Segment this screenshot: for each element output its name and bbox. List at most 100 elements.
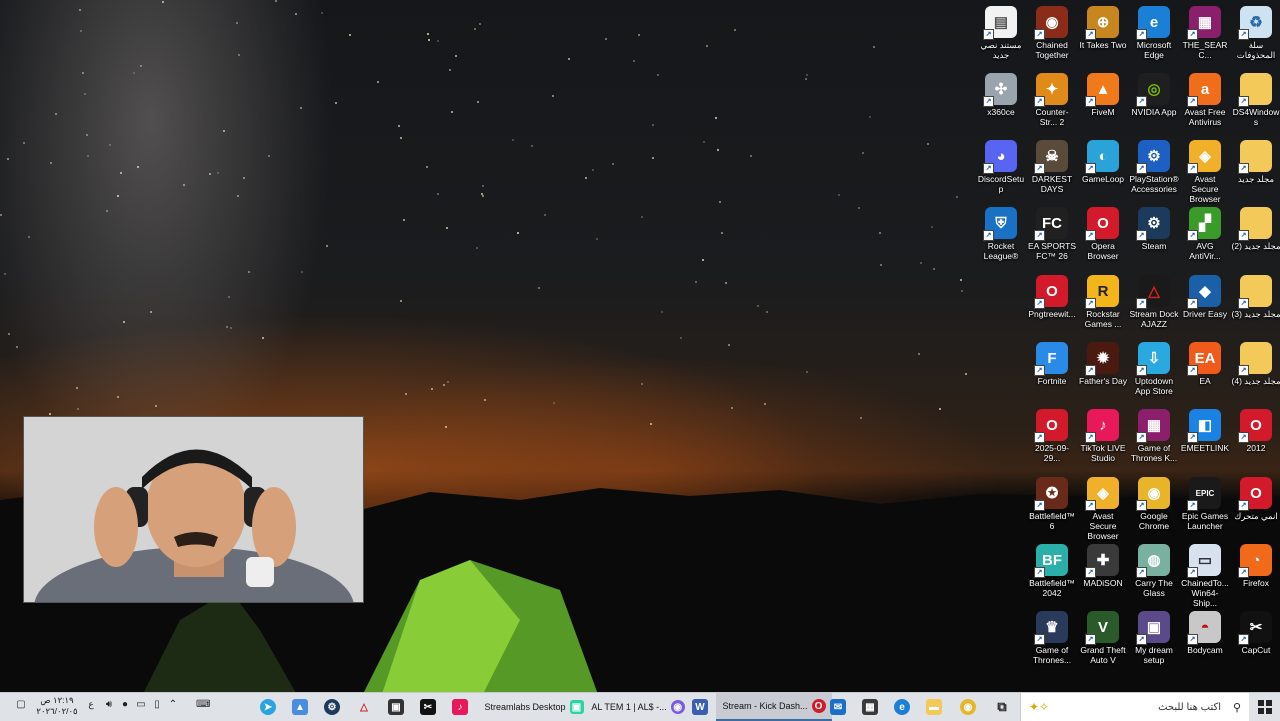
desktop-icon[interactable]: ⇩ ↗ Uptodown App Store <box>1129 342 1179 396</box>
desktop-icon[interactable]: O ↗ 2012 <box>1231 409 1280 453</box>
desktop-icon[interactable]: ◓ ↗ Bodycam <box>1180 611 1230 655</box>
desktop-icon[interactable]: V ↗ Grand Theft Auto V <box>1078 611 1128 665</box>
telegram-taskbar-button[interactable]: ➤ <box>254 693 282 721</box>
file-explorer-taskbar-button[interactable]: ▬ <box>920 693 948 721</box>
desktop-icon[interactable]: ♻ ↗ سلة المحذوفات <box>1231 6 1280 60</box>
shortcut-arrow-icon: ↗ <box>1034 298 1045 309</box>
star <box>920 262 923 265</box>
chrome-taskbar-button[interactable]: ◉ <box>954 693 982 721</box>
desktop-icon[interactable]: ◍ ↗ Carry The Glass <box>1129 544 1179 598</box>
star <box>137 166 140 169</box>
kick-dashboard-taskbar-button[interactable]: Stream - Kick Dash... O <box>716 693 832 721</box>
streamlabs-taskbar-button[interactable]: Streamlabs Desktop ▣ <box>478 693 590 721</box>
word-taskbar-button[interactable]: W <box>686 693 714 721</box>
desktop-icon[interactable]: ↗ مجلد جديد (2) <box>1231 207 1280 251</box>
clock-time: ١٢:١٩ ص <box>40 695 74 705</box>
desktop-icon[interactable]: ▣ ↗ My dream setup <box>1129 611 1179 665</box>
desktop-icon[interactable]: ↗ مجلد جديد (3) <box>1231 275 1280 319</box>
desktop-icon[interactable]: ↗ DS4Windows <box>1231 73 1280 127</box>
desktop-icon[interactable]: ▲ ↗ FiveM <box>1078 73 1128 117</box>
stream-dock-taskbar-button[interactable]: △ <box>350 693 378 721</box>
desktop-icon[interactable]: ⚙ ↗ Steam <box>1129 207 1179 251</box>
desktop-icon[interactable]: EPIC ↗ Epic Games Launcher <box>1180 477 1230 531</box>
epic-games-icon: EPIC ↗ <box>1187 477 1221 511</box>
desktop-icon[interactable]: F ↗ Fortnite <box>1027 342 1077 386</box>
desktop-icon[interactable]: ▞ ↗ AVG AntiVir... <box>1180 207 1230 261</box>
display-icon[interactable]: ▭ <box>134 699 148 710</box>
desktop-icon-label: انمي متحرك <box>1234 511 1278 521</box>
app-taskbar-button[interactable]: ▲ <box>286 693 314 721</box>
desktop-icon[interactable]: ✹ ↗ Father's Day <box>1078 342 1128 386</box>
desktop-icon[interactable]: ◔ ↗ Firefox <box>1231 544 1280 588</box>
desktop-icon[interactable]: ↗ مجلد جديد <box>1231 140 1280 184</box>
notification-icon[interactable]: ▢ <box>14 699 28 710</box>
desktop-icon[interactable]: ⛨ ↗ Rocket League® <box>976 207 1026 261</box>
desktop-icon[interactable]: ▦ ↗ Game of Thrones K... <box>1129 409 1179 463</box>
recycle-bin-icon: ♻ ↗ <box>1238 6 1272 40</box>
desktop-icon[interactable]: ◧ ↗ EMEETLINK <box>1180 409 1230 453</box>
desktop-icon[interactable]: ▤ ↗ مستند نصي جديد <box>976 6 1026 60</box>
desktop-icon[interactable]: R ↗ Rockstar Games ... <box>1078 275 1128 329</box>
desktop-icon[interactable]: ☠ ↗ DARKEST DAYS <box>1027 140 1077 194</box>
desktop-icon[interactable]: ✦ ↗ Counter-Str... 2 <box>1027 73 1077 127</box>
desktop-icon[interactable]: ✚ ↗ MADiSON <box>1078 544 1128 588</box>
language-indicator[interactable]: ع <box>84 699 98 710</box>
desktop-icon[interactable]: ◎ ↗ NVIDIA App <box>1129 73 1179 117</box>
edge-taskbar-button[interactable]: e <box>888 693 916 721</box>
steam-taskbar-button[interactable]: ⚙ <box>318 693 346 721</box>
opera-file-icon: O ↗ <box>1034 275 1068 309</box>
stream-chat-taskbar-button[interactable]: AL TEM 1 | AL$ -... ◉ <box>582 693 694 721</box>
desktop-icon[interactable]: ♪ ↗ TikTok LIVE Studio <box>1078 409 1128 463</box>
desktop-icon[interactable]: ◈ ↗ Avast Secure Browser <box>1180 140 1230 204</box>
store-taskbar-button[interactable]: ▦ <box>856 693 884 721</box>
desktop-icon[interactable]: ▦ ↗ THE_SEARC... <box>1180 6 1230 60</box>
capture-taskbar-button[interactable]: ▣ <box>382 693 410 721</box>
desktop-icon[interactable]: O ↗ انمي متحرك <box>1231 477 1280 521</box>
desktop-icon[interactable]: O ↗ Opera Browser <box>1078 207 1128 261</box>
start-button[interactable] <box>1250 693 1280 721</box>
webcam-overlay[interactable] <box>23 416 364 603</box>
desktop-icon[interactable]: ◈ ↗ Avast Secure Browser <box>1078 477 1128 541</box>
folder-icon: ↗ <box>1238 207 1272 241</box>
star <box>267 155 270 158</box>
battery-icon[interactable]: ▯ <box>150 699 164 710</box>
desktop-icon[interactable]: e ↗ Microsoft Edge <box>1129 6 1179 60</box>
microphone-icon[interactable]: ● <box>118 699 132 710</box>
keyboard-icon[interactable]: ⌨ <box>196 699 210 710</box>
capcut-taskbar-button[interactable]: ✂ <box>414 693 442 721</box>
clock-date: ٢٠٢٦/٠٢/٠٥ <box>36 706 78 716</box>
desktop-icon[interactable]: EA ↗ EA <box>1180 342 1230 386</box>
desktop-icon[interactable]: ↗ مجلد جديد (4) <box>1231 342 1280 386</box>
desktop-icon[interactable]: a ↗ Avast Free Antivirus <box>1180 73 1230 127</box>
desktop-icon[interactable]: △ ↗ Stream Dock AJAZZ <box>1129 275 1179 329</box>
desktop-icon[interactable]: FC ↗ EA SPORTS FC™ 26 <box>1027 207 1077 261</box>
desktop-icon[interactable]: ◉ ↗ Chained Together <box>1027 6 1077 60</box>
desktop-icon[interactable]: ◆ ↗ Driver Easy <box>1180 275 1230 319</box>
tiktok-taskbar-button[interactable]: ♪ <box>446 693 474 721</box>
desktop-icon[interactable]: O ↗ 2025-09-29... <box>1027 409 1077 463</box>
star <box>400 137 403 140</box>
search-box[interactable]: ✦✧ اكتب هنا للبحث ⚲ <box>1020 693 1249 721</box>
it-takes-two-icon: ⊕ ↗ <box>1085 6 1119 40</box>
volume-icon[interactable]: 🔊︎ <box>102 699 116 710</box>
desktop-icon[interactable]: ⊕ ↗ It Takes Two <box>1078 6 1128 50</box>
star <box>208 173 211 176</box>
star <box>605 37 608 40</box>
desktop-icon[interactable]: ♛ ↗ Game of Thrones... <box>1027 611 1077 665</box>
desktop-icon[interactable]: ▭ ↗ ChainedTo... Win64-Ship... <box>1180 544 1230 608</box>
outlook-taskbar-button[interactable]: ✉ <box>824 693 852 721</box>
desktop-icon[interactable]: ✂ ↗ CapCut <box>1231 611 1280 655</box>
system-clock[interactable]: ١٢:١٩ ص ٢٠٢٦/٠٢/٠٥ <box>36 695 78 717</box>
desktop-icon[interactable]: ◐ ↗ GameLoop <box>1078 140 1128 184</box>
desktop-icon[interactable]: ✣ ↗ x360ce <box>976 73 1026 117</box>
desktop-icon[interactable]: ◉ ↗ Google Chrome <box>1129 477 1179 531</box>
desktop-icon[interactable]: ✪ ↗ Battlefield™ 6 <box>1027 477 1077 531</box>
desktop-icon[interactable]: O ↗ Pngtreewit... <box>1027 275 1077 319</box>
task-view-button[interactable]: ⧉ <box>988 693 1016 721</box>
chevron-up-icon[interactable]: ⌃ <box>166 699 180 710</box>
desktop-icon[interactable]: BF ↗ Battlefield™ 2042 <box>1027 544 1077 598</box>
shortcut-arrow-icon: ↗ <box>1085 567 1096 578</box>
desktop-icon[interactable]: ⚙ ↗ PlayStation® Accessories <box>1129 140 1179 194</box>
desktop-icon-label: Microsoft Edge <box>1136 40 1172 60</box>
desktop-icon[interactable]: ◕ ↗ DiscordSetup <box>976 140 1026 194</box>
